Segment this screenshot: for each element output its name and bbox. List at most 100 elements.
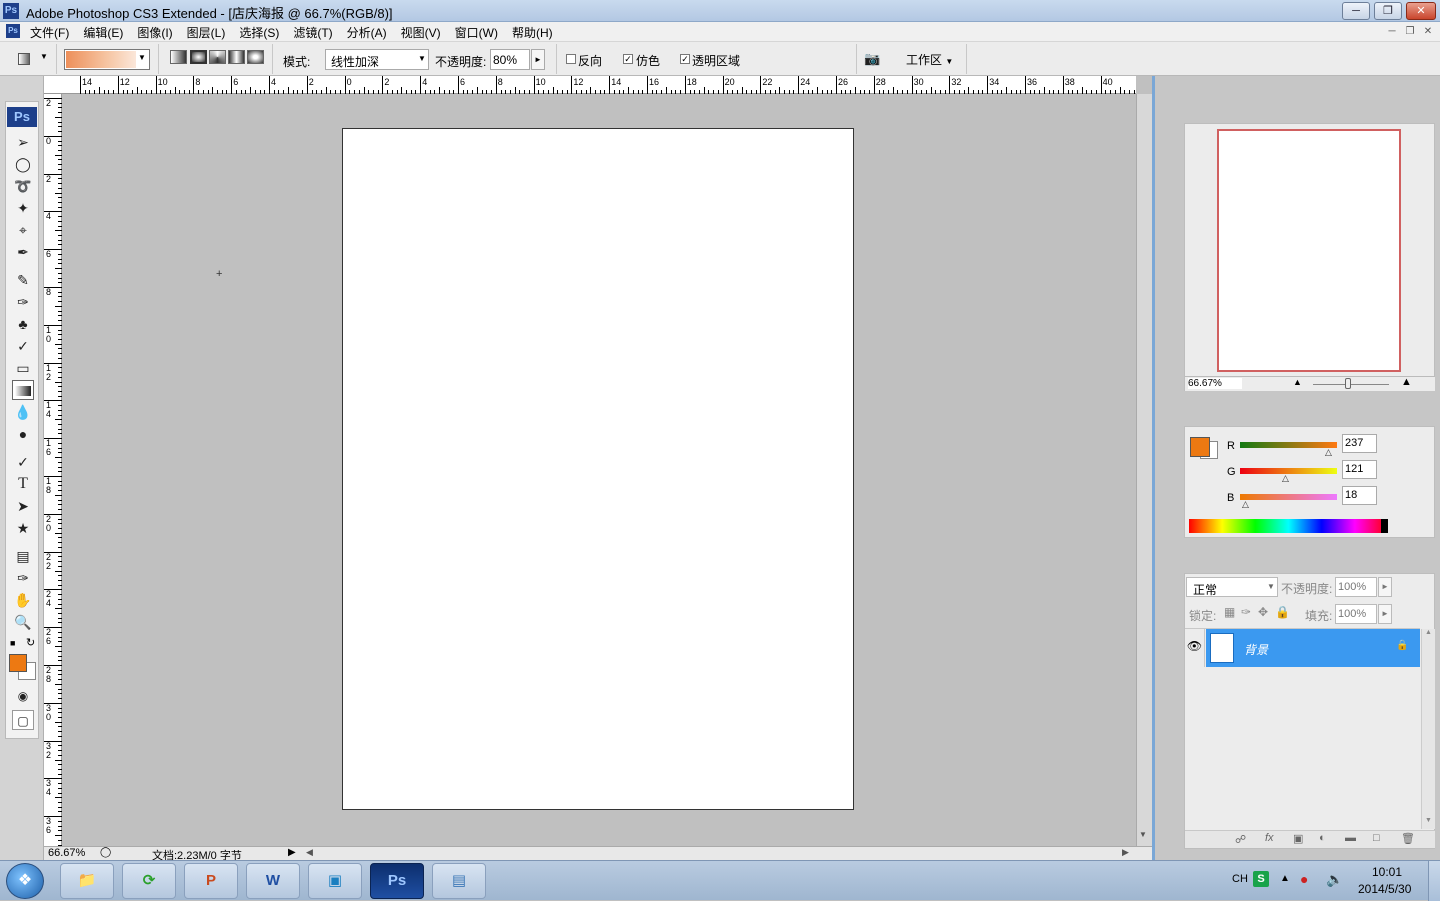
- blend-mode-select[interactable]: 正常 ▼: [1186, 577, 1278, 597]
- menu-view[interactable]: 视图(V): [401, 24, 441, 41]
- minimize-button[interactable]: ─: [1342, 2, 1370, 20]
- new-layer-icon[interactable]: □: [1373, 832, 1380, 844]
- magic-wand-tool-icon[interactable]: ✦: [12, 198, 34, 218]
- link-layers-icon[interactable]: ☍: [1235, 833, 1246, 846]
- dodge-tool-icon[interactable]: ●: [12, 424, 34, 444]
- status-zoom[interactable]: 66.67%: [48, 847, 85, 859]
- eyedropper-tool-icon[interactable]: ✑: [12, 568, 34, 588]
- lock-position-icon[interactable]: ✥: [1258, 605, 1268, 619]
- qq-icon[interactable]: ●: [1300, 871, 1308, 887]
- history-brush-tool-icon[interactable]: ✓: [12, 336, 34, 356]
- taskbar-paint[interactable]: ▣: [308, 863, 362, 899]
- ps-logo-icon[interactable]: Ps: [7, 107, 37, 127]
- reflected-gradient-button[interactable]: [228, 50, 245, 64]
- menu-help[interactable]: 帮助(H): [512, 24, 553, 41]
- lock-transparent-icon[interactable]: ▦: [1224, 605, 1235, 619]
- doc-restore-button[interactable]: ❐: [1402, 25, 1418, 39]
- scroll-down-icon[interactable]: ▼: [1425, 817, 1432, 824]
- swap-colors-icon[interactable]: ↻: [26, 636, 35, 649]
- move-tool-icon[interactable]: ➢: [12, 132, 34, 152]
- dither-checkbox[interactable]: ✓: [623, 54, 633, 64]
- bridge-icon[interactable]: 📷: [864, 51, 886, 67]
- b-value-input[interactable]: 18: [1342, 486, 1377, 505]
- marquee-tool-icon[interactable]: ◯: [12, 154, 34, 174]
- linear-gradient-button[interactable]: [170, 50, 187, 64]
- lasso-tool-icon[interactable]: ➰: [12, 176, 34, 196]
- scroll-up-icon[interactable]: ▲: [1425, 629, 1432, 636]
- taskbar-word[interactable]: W: [246, 863, 300, 899]
- r-value-input[interactable]: 237: [1342, 434, 1377, 453]
- type-tool-icon[interactable]: T: [12, 474, 34, 494]
- custom-shape-tool-icon[interactable]: ★: [12, 518, 34, 538]
- clock-time[interactable]: 10:01: [1372, 865, 1402, 879]
- b-slider[interactable]: [1240, 494, 1337, 500]
- scroll-right-icon[interactable]: ▶: [1122, 847, 1129, 858]
- show-hidden-icons[interactable]: ▲: [1280, 873, 1290, 884]
- status-menu-arrow-icon[interactable]: ▶: [288, 847, 296, 858]
- navigator-zoom-input[interactable]: 66.67%: [1188, 378, 1242, 389]
- brush-tool-icon[interactable]: ✑: [12, 292, 34, 312]
- scroll-down-icon[interactable]: ▼: [1139, 830, 1147, 839]
- spectrum-black-swatch[interactable]: [1381, 519, 1388, 533]
- stamp-tool-icon[interactable]: ♣: [12, 314, 34, 334]
- menu-file[interactable]: 文件(F): [30, 24, 69, 41]
- gradient-tool-icon[interactable]: [12, 380, 34, 400]
- layer-style-icon[interactable]: fx: [1265, 832, 1274, 844]
- opacity-slider-button[interactable]: ►: [531, 49, 545, 70]
- color-foreground-swatch[interactable]: [1190, 437, 1210, 457]
- menu-image[interactable]: 图像(I): [137, 24, 172, 41]
- close-button[interactable]: ✕: [1406, 2, 1436, 20]
- workspace-button[interactable]: 工作区 ▼: [906, 51, 953, 68]
- foreground-color-swatch[interactable]: [9, 654, 27, 672]
- layers-scrollbar[interactable]: ▲ ▼: [1421, 629, 1435, 829]
- color-spectrum-bar[interactable]: [1189, 519, 1388, 533]
- zoom-tool-icon[interactable]: 🔍: [12, 612, 34, 632]
- g-value-input[interactable]: 121: [1342, 460, 1377, 479]
- r-slider-thumb[interactable]: △: [1325, 447, 1332, 458]
- crop-tool-icon[interactable]: ⌖: [12, 220, 34, 240]
- b-slider-thumb[interactable]: △: [1242, 499, 1249, 510]
- show-desktop-button[interactable]: [1428, 861, 1440, 901]
- adjustment-layer-icon[interactable]: ◐: [1319, 832, 1326, 844]
- language-indicator[interactable]: CH: [1232, 873, 1248, 885]
- document-icon[interactable]: Ps: [6, 24, 20, 38]
- menu-layer[interactable]: 图层(L): [187, 24, 226, 41]
- healing-brush-tool-icon[interactable]: ✎: [12, 270, 34, 290]
- mode-select[interactable]: 线性加深 ▼: [325, 49, 429, 70]
- status-info-icon[interactable]: ◯: [100, 847, 111, 858]
- eraser-tool-icon[interactable]: ▭: [12, 358, 34, 378]
- new-group-icon[interactable]: ▬: [1345, 832, 1356, 844]
- start-button[interactable]: ❖: [6, 863, 44, 899]
- clock-date[interactable]: 2014/5/30: [1358, 882, 1411, 896]
- lock-image-icon[interactable]: ✑: [1241, 605, 1251, 619]
- slice-tool-icon[interactable]: ✒: [12, 242, 34, 262]
- menu-filter[interactable]: 滤镜(T): [293, 24, 332, 41]
- zoom-slider[interactable]: [1313, 384, 1389, 385]
- layer-opacity-slider-button[interactable]: ►: [1378, 577, 1392, 597]
- hand-tool-icon[interactable]: ✋: [12, 590, 34, 610]
- taskbar-refresh-app[interactable]: ⟳: [122, 863, 176, 899]
- radial-gradient-button[interactable]: [190, 50, 207, 64]
- taskbar-explorer[interactable]: 📁: [60, 863, 114, 899]
- restore-button[interactable]: ❐: [1374, 2, 1402, 20]
- layer-visibility-eye-icon[interactable]: 👁: [1185, 629, 1205, 667]
- tool-preset-picker[interactable]: ▼: [8, 50, 50, 68]
- path-selection-tool-icon[interactable]: ➤: [12, 496, 34, 516]
- menu-select[interactable]: 选择(S): [239, 24, 279, 41]
- g-slider-thumb[interactable]: △: [1282, 473, 1289, 484]
- ime-icon[interactable]: S: [1253, 871, 1269, 887]
- document-canvas[interactable]: [342, 128, 854, 810]
- fill-slider-button[interactable]: ►: [1378, 604, 1392, 624]
- layer-opacity-input[interactable]: 100%: [1335, 577, 1377, 597]
- notes-tool-icon[interactable]: ▤: [12, 546, 34, 566]
- zoom-in-icon[interactable]: ▲: [1401, 376, 1412, 388]
- layer-name[interactable]: 背景: [1244, 641, 1268, 658]
- default-colors-icon[interactable]: ■: [10, 638, 15, 648]
- transparency-checkbox[interactable]: ✓: [680, 54, 690, 64]
- pen-tool-icon[interactable]: ✓: [12, 452, 34, 472]
- volume-icon[interactable]: 🔈: [1326, 871, 1343, 888]
- taskbar-image-viewer[interactable]: ▤: [432, 863, 486, 899]
- delete-layer-icon[interactable]: 🗑: [1401, 832, 1415, 845]
- doc-close-button[interactable]: ✕: [1420, 25, 1436, 39]
- screen-mode-icon[interactable]: ▢: [12, 710, 34, 730]
